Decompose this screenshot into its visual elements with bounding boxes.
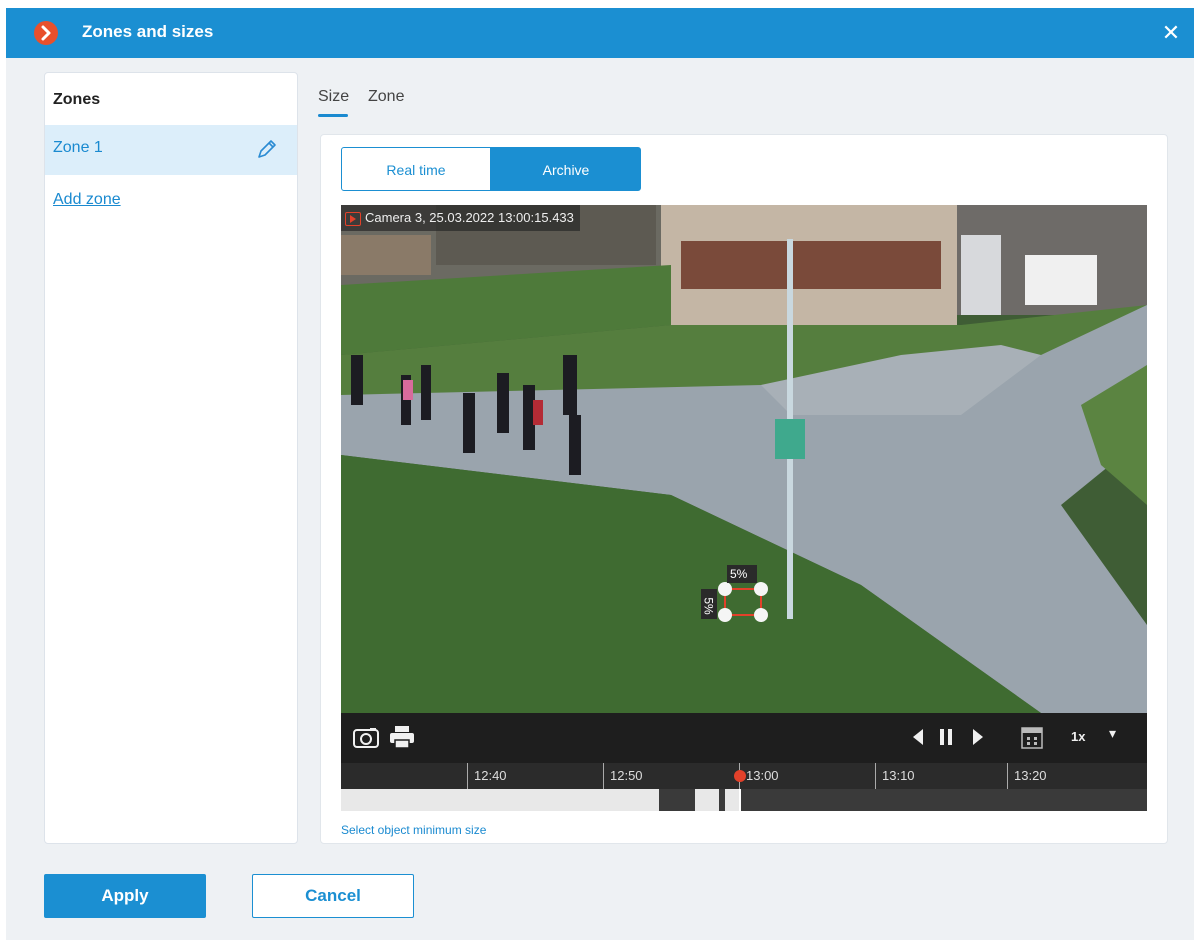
calendar-icon[interactable] [1021, 725, 1043, 749]
archive-toggle[interactable]: Archive [491, 147, 641, 191]
zone-list-item[interactable]: Zone 1 [45, 125, 297, 175]
size-panel: Real time Archive 5% 5% Camera 3, 25.03.… [320, 134, 1168, 844]
step-back-icon[interactable] [911, 727, 925, 747]
playhead-marker[interactable] [734, 770, 746, 782]
hint-text: Select object minimum size [341, 823, 487, 837]
recorded-segment [341, 789, 659, 811]
tab-zone[interactable]: Zone [368, 88, 404, 106]
playhead-line [739, 789, 741, 811]
archive-play-icon [345, 211, 361, 226]
snapshot-icon[interactable] [353, 727, 379, 749]
cancel-button[interactable]: Cancel [252, 874, 414, 918]
zones-panel: Zones Zone 1 Add zone [44, 72, 298, 844]
timeline-tick: 13:10 [875, 763, 915, 789]
timeline-tick: 12:40 [467, 763, 507, 789]
tab-size[interactable]: Size [318, 88, 349, 106]
app-logo-icon [34, 21, 58, 45]
timeline-tick: 13:20 [1007, 763, 1047, 789]
timeline-tick: 12:50 [603, 763, 643, 789]
zones-heading: Zones [53, 91, 101, 108]
zones-and-sizes-dialog: Zones and sizes ✕ Zones Zone 1 Add zone … [6, 8, 1194, 940]
camera-video-view[interactable]: 5% 5% Camera 3, 25.03.2022 13:00:15.433 [341, 205, 1147, 713]
real-time-toggle[interactable]: Real time [341, 147, 491, 191]
apply-button[interactable]: Apply [44, 874, 206, 918]
close-icon[interactable]: ✕ [1158, 20, 1184, 46]
chevron-down-icon[interactable]: ▾ [1109, 725, 1116, 742]
dialog-title: Zones and sizes [82, 22, 214, 41]
timeline[interactable]: 12:40 12:50 13:00 13:10 13:20 [341, 763, 1147, 789]
size-height-label: 5% [701, 597, 716, 615]
speed-select[interactable]: 1x [1071, 729, 1085, 744]
add-zone-link[interactable]: Add zone [53, 191, 121, 209]
camera-frame-image [341, 205, 1147, 713]
title-bar: Zones and sizes ✕ [6, 8, 1194, 58]
recorded-segment [695, 789, 719, 811]
print-icon[interactable] [389, 725, 415, 749]
camera-label: Camera 3, 25.03.2022 13:00:15.433 [341, 205, 580, 231]
archive-track[interactable] [341, 789, 1147, 811]
pencil-icon[interactable] [255, 137, 279, 161]
pause-icon[interactable] [937, 727, 955, 747]
size-width-label: 5% [730, 567, 748, 581]
step-forward-icon[interactable] [971, 727, 985, 747]
active-tab-indicator [318, 114, 348, 117]
zone-label: Zone 1 [53, 139, 103, 156]
playback-controls: 1x ▾ [341, 713, 1147, 763]
